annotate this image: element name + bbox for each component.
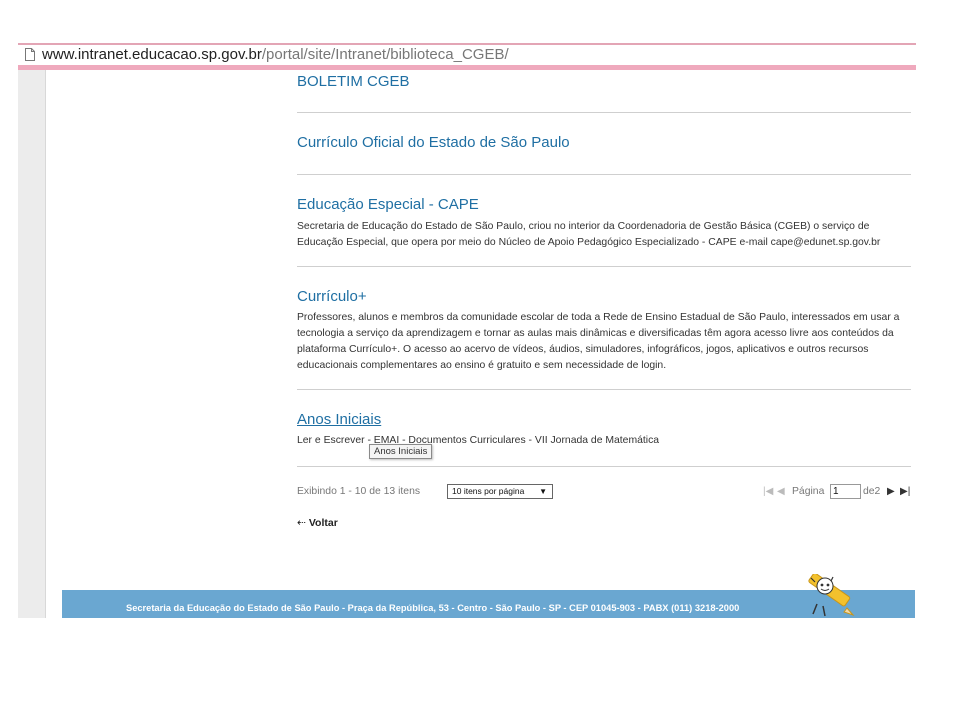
items-per-page-select[interactable]: 10 itens por página ▼ [447,484,553,499]
prev-page-icon[interactable]: ◀ [777,484,785,500]
address-bar[interactable]: www.intranet.educacao.sp.gov.br/portal/s… [18,45,916,65]
section-desc-educacao-especial: Secretaria de Educação do Estado de São … [297,221,881,248]
tooltip: Anos Iniciais [369,444,433,459]
page-number-input[interactable]: 1 [830,484,861,499]
section-title-anos-iniciais[interactable]: Anos Iniciais [297,411,911,428]
section-boletim: BOLETIM CGEB [297,73,911,90]
pager-info: Exibindo 1 - 10 de 13 itens [297,486,421,497]
section-title-curriculo-oficial[interactable]: Currículo Oficial do Estado de São Paulo [297,134,911,151]
page-icon [25,48,35,61]
section-title-educacao-especial[interactable]: Educação Especial - CAPE [297,196,911,213]
section-title-curriculo-mais[interactable]: Currículo+ [297,288,911,305]
chevron-down-icon: ▼ [539,487,547,496]
items-per-page-value: 10 itens por página [452,486,525,496]
back-arrow-icon: ⇠ [297,517,306,529]
footer-address: Secretaria da Educação do Estado de São … [126,603,740,613]
divider [297,112,911,113]
first-page-icon[interactable]: |◀ [763,484,773,500]
footer: Secretaria da Educação do Estado de São … [62,590,915,618]
browser-bottom-border [18,65,916,70]
section-desc-curriculo-mais: Professores, alunos e membros da comunid… [297,312,900,371]
divider [297,389,911,390]
url-text[interactable]: www.intranet.educacao.sp.gov.br/portal/s… [42,46,509,63]
section-title-boletim[interactable]: BOLETIM CGEB [297,73,911,90]
voltar-label: Voltar [308,517,338,529]
section-curriculo-mais: Currículo+ Professores, alunos e membros… [297,288,911,374]
url-path: /portal/site/Intranet/biblioteca_CGEB/ [261,46,509,63]
total-pages-label: de2 [863,486,881,497]
next-page-icon[interactable]: ▶ [887,484,895,500]
divider [297,266,911,267]
voltar-link[interactable]: ⇠ Voltar [297,517,338,529]
section-curriculo-oficial: Currículo Oficial do Estado de São Paulo [297,134,911,151]
url-host: www.intranet.educacao.sp.gov.br [42,46,262,63]
left-rail [18,70,46,618]
section-educacao-especial: Educação Especial - CAPE Secretaria de E… [297,196,911,251]
pager-controls: |◀ ◀ Página 1 de2 ▶ ▶| [763,484,913,500]
page-label: Página [792,486,825,497]
last-page-icon[interactable]: ▶| [900,484,910,500]
pencil-mascot-icon [808,574,855,617]
divider [297,466,911,467]
divider [297,174,911,175]
